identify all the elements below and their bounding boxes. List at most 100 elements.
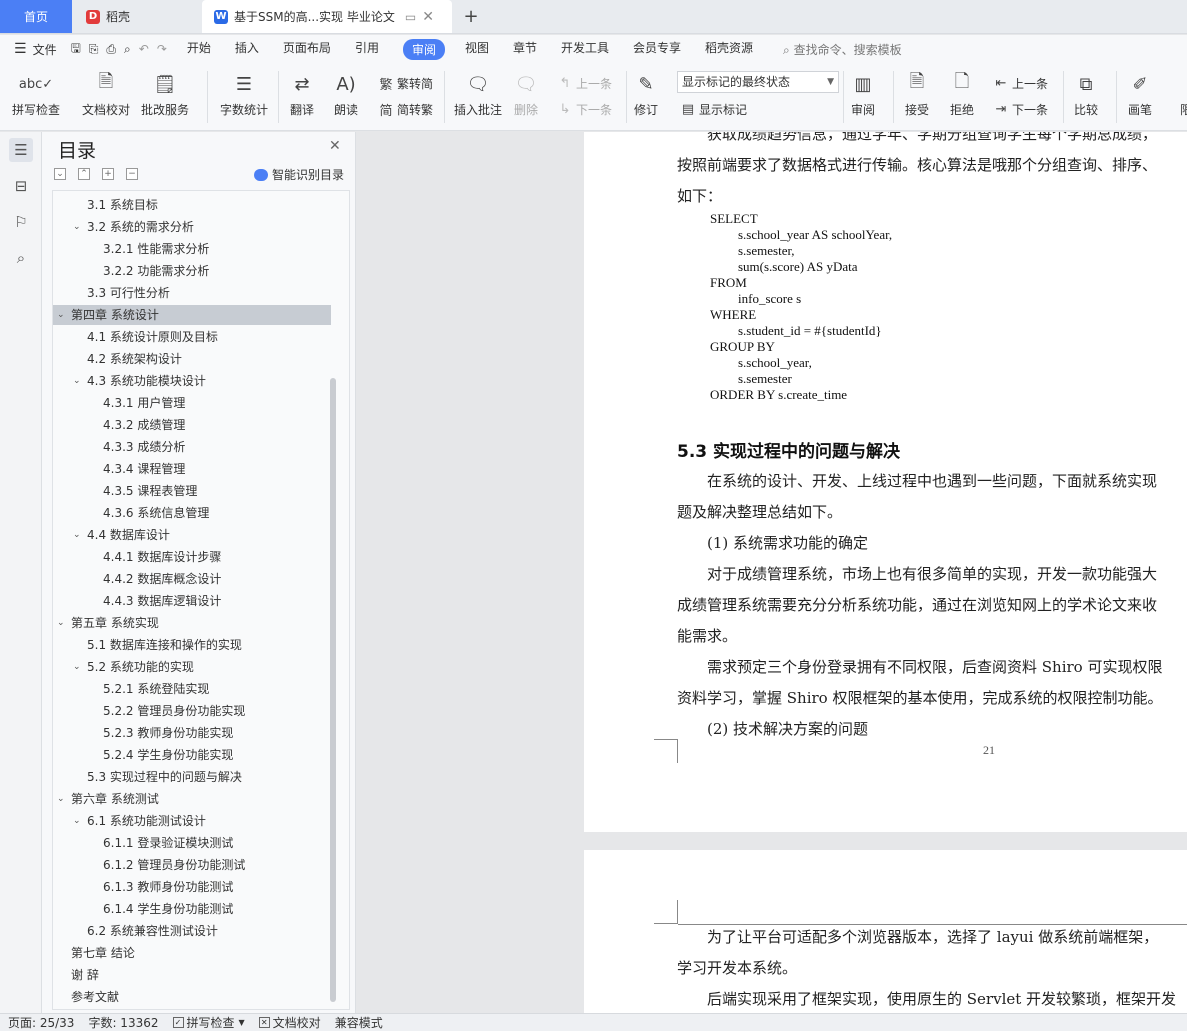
reject-button[interactable]: 🗋 拒绝 [948,71,976,118]
menu-item-3[interactable]: 引用 [355,39,379,60]
menu-item-0[interactable]: 开始 [187,39,211,60]
chevron-down-icon[interactable]: ⌄ [57,789,65,809]
toc-item[interactable]: 4.4.1 数据库设计步骤 [53,547,331,567]
toc-item[interactable]: ⌄ 第五章 系统实现 [53,613,331,633]
smart-toc-button[interactable]: 智能识别目录 [254,166,344,183]
menu-item-8[interactable]: 会员专享 [633,39,681,60]
compare-button[interactable]: ⧉ 比较 [1072,71,1100,118]
show-markup-button[interactable]: ▤ 显示标记 [680,101,747,118]
pen-button[interactable]: ✐ 画笔 [1126,71,1154,118]
markup-state-select[interactable]: 显示标记的最终状态 ▼ [677,71,839,93]
menu-item-1[interactable]: 插入 [235,39,259,60]
menu-item-2[interactable]: 页面布局 [283,39,331,60]
toc-item[interactable]: 参考文献 [53,987,331,1007]
hamburger-icon[interactable]: ☰ [14,41,27,57]
menu-item-7[interactable]: 开发工具 [561,39,609,60]
tab-pin-icon[interactable]: ▭ [405,10,416,24]
toc-item[interactable]: 3.3 可行性分析 [53,283,331,303]
toc-item[interactable]: 4.3.6 系统信息管理 [53,503,331,523]
add-heading-icon[interactable]: + [102,168,114,180]
print-icon[interactable]: ⎙ [106,42,116,57]
toc-item[interactable]: 5.3 实现过程中的问题与解决 [53,767,331,787]
word-count-indicator[interactable]: 字数: 13362 [88,1014,158,1031]
toc-item[interactable]: 4.3.2 成绩管理 [53,415,331,435]
toc-item[interactable]: 6.1.1 登录验证模块测试 [53,833,331,853]
prev-change-button[interactable]: ⇤ 上一条 [993,75,1048,92]
command-search[interactable]: ⌕ 查找命令、搜索模板 [783,41,902,58]
menu-item-9[interactable]: 稻壳资源 [705,39,753,60]
collapse-all-icon[interactable]: ⌃ [78,168,90,180]
doc-proof-status[interactable]: ✕ 文档校对 [258,1014,321,1031]
toc-item[interactable]: ⌄ 3.2 系统的需求分析 [53,217,331,237]
toc-item[interactable]: ⌄ 6.1 系统功能测试设计 [53,811,331,831]
toc-item[interactable]: 6.2 系统兼容性测试设计 [53,921,331,941]
trad-to-simp-button[interactable]: 繁繁转简 [378,75,433,93]
toc-item[interactable]: 5.2.3 教师身份功能实现 [53,723,331,743]
chevron-down-icon[interactable]: ⌄ [73,811,81,831]
doc-proof-button[interactable]: 🗎 文档校对 [82,71,130,118]
redo-icon[interactable]: ↷ [157,42,167,56]
tab-document[interactable]: W 基于SSM的高...实现 毕业论文 ▭ ✕ [202,0,452,33]
next-change-button[interactable]: ⇥ 下一条 [993,101,1048,118]
menu-file[interactable]: 文件 [33,41,57,58]
menu-item-6[interactable]: 章节 [513,39,537,60]
toc-item[interactable]: 4.4.2 数据库概念设计 [53,569,331,589]
chevron-down-icon[interactable]: ⌄ [73,525,81,545]
export-icon[interactable]: ⎘ [89,42,99,57]
toc-item[interactable]: 谢 辞 [53,965,331,985]
toc-item[interactable]: 5.2.4 学生身份功能实现 [53,745,331,765]
review-pane-button[interactable]: ▥ 审阅 [849,71,877,118]
toc-item[interactable]: 5.2.1 系统登陆实现 [53,679,331,699]
toc-item[interactable]: 4.4.3 数据库逻辑设计 [53,591,331,611]
tab-daoke[interactable]: D 稻壳 [74,0,198,33]
toc-item[interactable]: 6.1.2 管理员身份功能测试 [53,855,331,875]
toc-item[interactable]: ⌄ 第六章 系统测试 [53,789,331,809]
toc-item[interactable]: 4.3.3 成绩分析 [53,437,331,457]
toc-item[interactable]: 3.2.1 性能需求分析 [53,239,331,259]
bookmark-icon[interactable]: ⚐ [9,210,33,234]
menu-item-4[interactable]: 审阅 [402,38,445,60]
chevron-down-icon[interactable]: ⌄ [73,371,81,391]
next-comment-button[interactable]: ↳ 下一条 [557,101,612,118]
search-icon[interactable]: ⌕ [9,246,33,270]
insert-comment-button[interactable]: 🗨 插入批注 [454,71,502,118]
toc-item[interactable]: 第七章 结论 [53,943,331,963]
toc-item[interactable]: ⌄ 5.2 系统功能的实现 [53,657,331,677]
toc-item[interactable]: ⌄ 第四章 系统设计 [53,305,331,325]
translate-button[interactable]: ⇄ 翻译 [288,71,316,118]
toc-item[interactable]: 5.2.2 管理员身份功能实现 [53,701,331,721]
chevron-down-icon[interactable]: ⌄ [57,305,65,325]
word-count-button[interactable]: ☰ 字数统计 [220,71,268,118]
save-icon[interactable]: 🖫 [71,39,81,60]
preview-icon[interactable]: ⌕ [124,42,131,57]
track-changes-button[interactable]: ✎ 修订 [632,71,660,118]
menu-item-5[interactable]: 视图 [465,39,489,60]
toc-scrollbar[interactable] [330,378,336,1002]
toc-item[interactable]: 4.3.1 用户管理 [53,393,331,413]
undo-icon[interactable]: ↶ [139,42,149,56]
prev-comment-button[interactable]: ↰ 上一条 [557,75,612,92]
toc-item[interactable]: 4.3.5 课程表管理 [53,481,331,501]
expand-all-icon[interactable]: ⌄ [54,168,66,180]
toc-item[interactable]: 4.3.4 课程管理 [53,459,331,479]
toc-item[interactable]: ⌄ 4.4 数据库设计 [53,525,331,545]
page-indicator[interactable]: 页面: 25/33 [8,1014,74,1031]
outline-icon[interactable]: ⊟ [9,174,33,198]
spellcheck-status[interactable]: ✓ 拼写检查 ▼ [172,1014,245,1031]
toc-item[interactable]: 5.1 数据库连接和操作的实现 [53,635,331,655]
toc-item[interactable]: 4.2 系统架构设计 [53,349,331,369]
toc-item[interactable]: 3.1 系统目标 [53,195,331,215]
tab-home[interactable]: 首页 [0,0,72,33]
toc-item[interactable]: 6.1.3 教师身份功能测试 [53,877,331,897]
new-tab-icon[interactable]: + [458,0,484,33]
toc-item[interactable]: 6.1.4 学生身份功能测试 [53,899,331,919]
chevron-down-icon[interactable]: ⌄ [73,657,81,677]
close-icon[interactable]: ✕ [329,138,341,154]
toc-icon[interactable]: ☰ [9,138,33,162]
toc-item[interactable]: ⌄ 4.3 系统功能模块设计 [53,371,331,391]
read-aloud-button[interactable]: A) 朗读 [332,71,360,118]
chevron-down-icon[interactable]: ⌄ [57,613,65,633]
spellcheck-button[interactable]: abc✓ 拼写检查 [12,71,60,118]
toc-item[interactable]: 3.2.2 功能需求分析 [53,261,331,281]
accept-button[interactable]: 🗎 接受 [903,71,931,118]
